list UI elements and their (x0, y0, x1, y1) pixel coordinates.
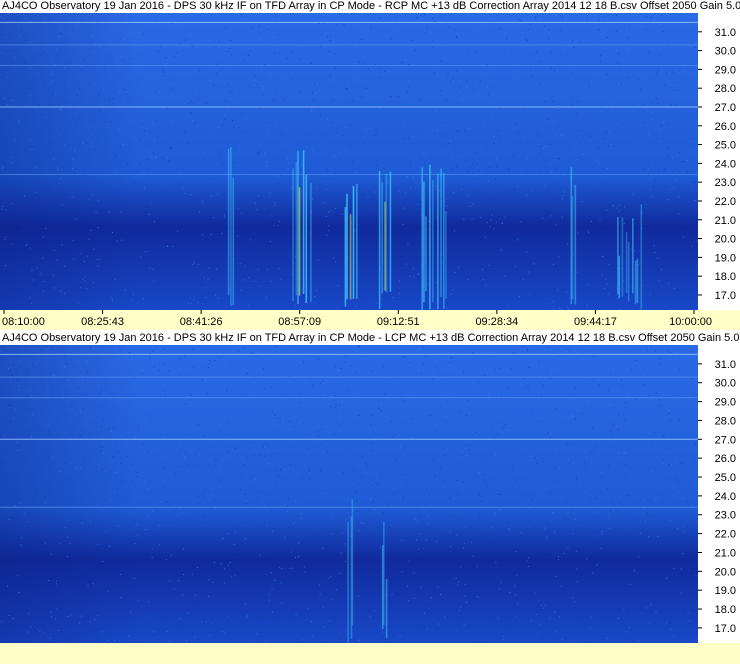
burst-streak (227, 148, 230, 296)
rcp-panel: AJ4CO Observatory 19 Jan 2016 - DPS 30 k… (0, 0, 740, 330)
y-tick-label: 31.0 (715, 27, 736, 39)
burst-streak (574, 184, 577, 305)
burst-streak (347, 521, 349, 643)
burst-streak (425, 216, 427, 292)
x-tick-label: 08:41:26 (180, 316, 223, 328)
burst-streak (349, 214, 352, 300)
y-tick-label: 29.0 (715, 64, 736, 76)
y-tick-label: 19.0 (715, 252, 736, 264)
y-tick-label: 23.0 (715, 510, 736, 522)
y-tick-label: 23.0 (715, 177, 736, 189)
burst-streak (295, 162, 298, 296)
y-tick-label: 17.0 (715, 290, 736, 302)
burst-streak (437, 173, 439, 309)
burst-streak (344, 207, 347, 307)
y-tick-label: 24.0 (715, 491, 736, 503)
burst-streak (385, 579, 388, 638)
burst-streak (636, 258, 639, 304)
burst-streak (640, 204, 643, 310)
rcp-y-axis: 31.0 30.0 29.0 28.0 27.0 26.0 25.0 24.0 23.0 22.0… (698, 13, 740, 310)
y-tick-label: 18.0 (715, 271, 736, 283)
burst-streak (445, 211, 447, 299)
burst-streak (310, 182, 312, 303)
burst-streak (385, 173, 388, 293)
y-tick-label: 20.0 (715, 566, 736, 578)
burst-streak (356, 183, 358, 299)
x-tick-label: 08:25:43 (81, 316, 124, 328)
burst-streak (432, 180, 434, 303)
x-tick-label: 08:57:09 (278, 316, 321, 328)
lcp-x-axis (0, 643, 740, 664)
x-tick-label: 09:12:51 (377, 316, 420, 328)
y-tick-label: 21.0 (715, 547, 736, 559)
burst-streak (440, 168, 442, 297)
y-tick-label: 30.0 (715, 46, 736, 58)
y-tick-label: 29.0 (715, 397, 736, 409)
rcp-spectrogram (0, 13, 698, 310)
lcp-title: AJ4CO Observatory 19 Jan 2016 - DPS 30 k… (0, 332, 740, 345)
burst-streak (232, 178, 235, 305)
lcp-y-axis: 31.0 30.0 29.0 28.0 27.0 26.0 25.0 24.0 23.0 22.0… (698, 345, 740, 643)
y-tick-label: 21.0 (715, 215, 736, 227)
burst-streak (421, 167, 423, 310)
burst-streak (617, 217, 619, 295)
burst-streak (632, 218, 634, 294)
burst-streak (621, 217, 624, 297)
burst-streak (297, 150, 299, 304)
y-tick-label: 27.0 (715, 434, 736, 446)
burst-streak (625, 232, 628, 293)
x-tick-label: 10:00:00 (669, 316, 712, 328)
burst-streak (352, 185, 355, 299)
burst-streak (381, 182, 383, 294)
burst-streak (305, 174, 308, 303)
x-tick-label: 09:28:34 (475, 316, 518, 328)
burst-streak (298, 187, 301, 296)
y-tick-label: 25.0 (715, 140, 736, 152)
y-tick-label: 28.0 (715, 83, 736, 95)
y-tick-label: 27.0 (715, 102, 736, 114)
y-tick-label: 26.0 (715, 121, 736, 133)
y-tick-label: 31.0 (715, 359, 736, 371)
burst-streak (378, 171, 381, 309)
x-tick-label: 08:10:00 (2, 316, 45, 328)
y-tick-label: 22.0 (715, 529, 736, 541)
burst-streak (389, 171, 392, 292)
burst-streak (627, 242, 630, 302)
rcp-x-axis: 08:10:00 08:25:43 08:41:26 08:57:09 09:12:51… (0, 310, 740, 330)
burst-streak (230, 147, 232, 307)
y-tick-label: 25.0 (715, 472, 736, 484)
burst-streak (618, 255, 621, 299)
y-tick-label: 20.0 (715, 234, 736, 246)
lcp-spectrogram (0, 345, 698, 643)
x-tick-label: 09:44:17 (574, 316, 617, 328)
burst-streak (571, 196, 574, 300)
y-tick-label: 24.0 (715, 158, 736, 170)
y-tick-label: 17.0 (715, 623, 736, 635)
y-tick-label: 28.0 (715, 415, 736, 427)
y-tick-label: 22.0 (715, 196, 736, 208)
rcp-title: AJ4CO Observatory 19 Jan 2016 - DPS 30 k… (0, 0, 740, 13)
burst-streak (423, 181, 425, 303)
burst-streak (292, 168, 294, 301)
burst-streak (634, 260, 637, 305)
y-tick-label: 19.0 (715, 585, 736, 597)
y-tick-label: 26.0 (715, 453, 736, 465)
burst-streak (383, 521, 385, 626)
burst-streak (443, 173, 445, 309)
burst-streak (302, 150, 305, 294)
burst-streak (429, 164, 431, 310)
burst-streak (351, 499, 354, 626)
y-tick-label: 30.0 (715, 378, 736, 390)
lcp-panel: AJ4CO Observatory 19 Jan 2016 - DPS 30 k… (0, 332, 740, 664)
y-tick-label: 18.0 (715, 604, 736, 616)
burst-streak (346, 193, 348, 300)
